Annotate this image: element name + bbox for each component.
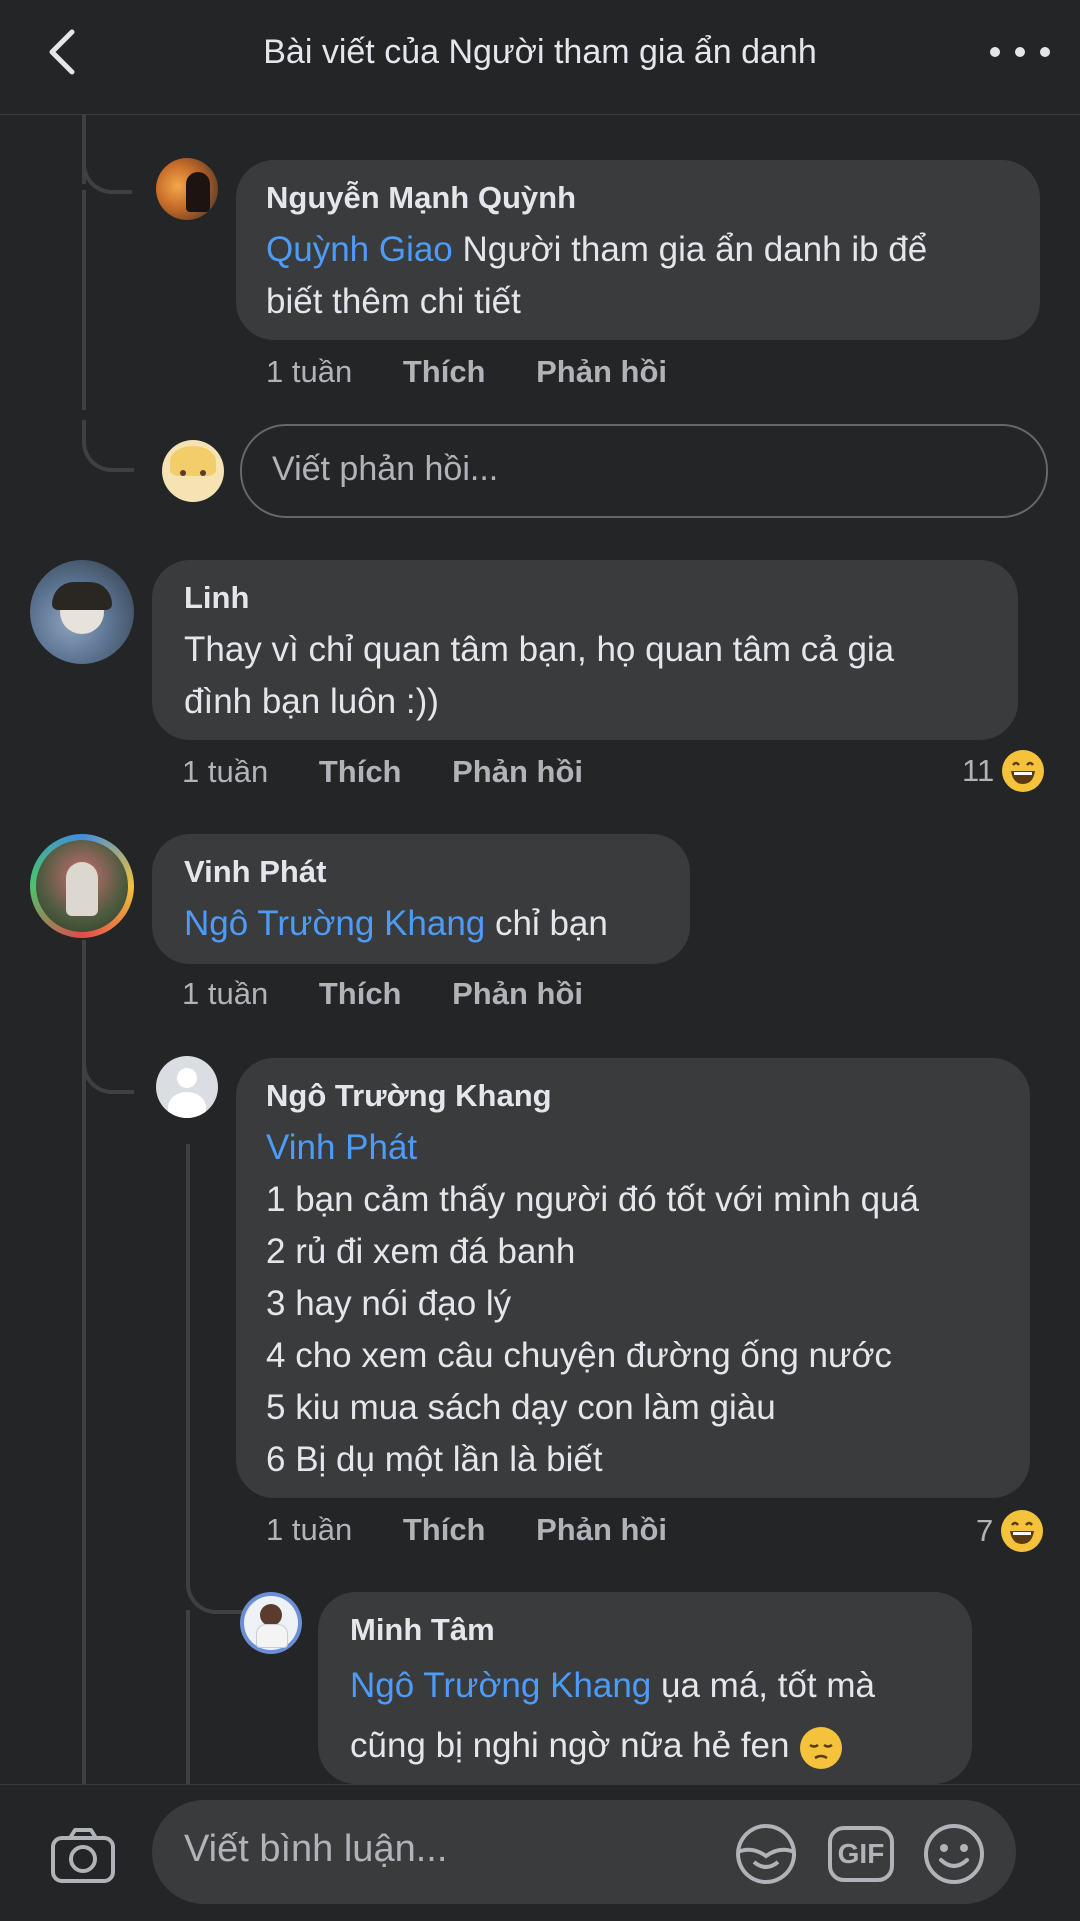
reply-input[interactable]: Viết phản hồi...	[240, 424, 1048, 518]
thread-line	[186, 1144, 190, 1564]
avatar[interactable]	[30, 560, 134, 664]
reaction-count: 7	[976, 1513, 994, 1548]
comment-text: Quỳnh Giao Người tham gia ẩn danh ib để …	[266, 224, 1026, 328]
comment-time: 1 tuần	[182, 754, 269, 789]
comment-time: 1 tuần	[182, 976, 269, 1011]
haha-reaction-icon	[1002, 750, 1045, 792]
reaction-summary[interactable]: 11	[962, 750, 1045, 792]
page-title: Bài viết của Người tham gia ẩn danh	[263, 33, 817, 71]
thread-connector	[82, 420, 134, 472]
avatar[interactable]	[240, 1592, 302, 1654]
reaction-count: 11	[962, 753, 995, 788]
emoji-icon[interactable]	[922, 1822, 986, 1886]
like-button[interactable]: Thích	[403, 1512, 486, 1547]
comment-line: 5 kiu mua sách dạy con làm giàu	[266, 1388, 776, 1427]
mention-link[interactable]: Vinh Phát	[266, 1128, 417, 1167]
comment-text: Thay vì chỉ quan tâm bạn, họ quan tâm cả…	[184, 624, 1004, 728]
comment-bubble: Nguyễn Mạnh Quỳnh Quỳnh Giao Người tham …	[236, 160, 1040, 340]
comment-line: 2 rủ đi xem đá banh	[266, 1232, 576, 1271]
reaction-summary[interactable]: 7	[976, 1510, 1044, 1552]
avatar[interactable]	[30, 834, 134, 938]
comment-text-part: chỉ bạn	[485, 904, 608, 943]
comment-time: 1 tuần	[266, 354, 353, 389]
comment-meta: 1 tuần Thích Phản hồi	[182, 976, 583, 1012]
comment-bubble: Vinh Phát Ngô Trường Khang chỉ bạn	[152, 834, 690, 964]
reply-button[interactable]: Phản hồi	[452, 976, 583, 1011]
comment-line: 1 bạn cảm thấy người đó tốt với mình quá	[266, 1180, 920, 1219]
comment-bubble: Minh Tâm Ngô Trường Khang ụa má, tốt mà …	[318, 1592, 972, 1784]
comment-meta: 1 tuần Thích Phản hồi	[266, 1512, 667, 1548]
comment-text-part: Thay vì chỉ quan tâm bạn, họ quan tâm cả…	[184, 630, 895, 669]
comment-text-part: cũng bị nghi ngờ nữa hẻ fen	[350, 1726, 790, 1765]
comment-time: 1 tuần	[266, 1512, 353, 1547]
mention-link[interactable]: Quỳnh Giao	[266, 230, 453, 269]
reply-button[interactable]: Phản hồi	[536, 1512, 667, 1547]
mention-link[interactable]: Ngô Trường Khang	[350, 1666, 651, 1705]
pensive-face-icon	[799, 1726, 843, 1770]
avatar[interactable]	[156, 158, 218, 220]
like-button[interactable]: Thích	[403, 354, 486, 389]
mention-link[interactable]: Ngô Trường Khang	[184, 904, 485, 943]
chevron-left-icon[interactable]	[42, 26, 82, 78]
comment-text-part: biết thêm chi tiết	[266, 282, 521, 321]
comment-text-part: đình bạn luôn :))	[184, 682, 439, 721]
thread-line	[186, 1610, 190, 1784]
thread-connector	[186, 1564, 242, 1614]
comment-text: Ngô Trường Khang chỉ bạn	[184, 898, 684, 950]
comment-text-part: Người tham gia ẩn danh ib để	[452, 230, 928, 269]
sticker-icon[interactable]	[734, 1822, 798, 1886]
comment-author[interactable]: Linh	[184, 580, 249, 616]
like-button[interactable]: Thích	[319, 976, 402, 1011]
comment-line: 6 Bị dụ một lần là biết	[266, 1440, 603, 1479]
reply-button[interactable]: Phản hồi	[536, 354, 667, 389]
comment-author[interactable]: Vinh Phát	[184, 854, 326, 890]
reply-button[interactable]: Phản hồi	[452, 754, 583, 789]
comment-input-placeholder: Viết bình luận...	[184, 1828, 448, 1870]
thread-connector	[82, 150, 132, 194]
more-horizontal-icon[interactable]	[990, 30, 1050, 74]
comment-text: Vinh Phát 1 bạn cảm thấy người đó tốt vớ…	[266, 1122, 1026, 1486]
reply-input-placeholder: Viết phản hồi...	[272, 450, 499, 488]
default-avatar-icon[interactable]	[156, 1056, 218, 1118]
comment-line: 4 cho xem câu chuyện đường ống nước	[266, 1336, 892, 1375]
comment-author[interactable]: Minh Tâm	[350, 1612, 495, 1648]
gif-button[interactable]: GIF	[828, 1826, 894, 1882]
comment-line: 3 hay nói đạo lý	[266, 1284, 512, 1323]
gif-label: GIF	[837, 1838, 885, 1869]
comment-author[interactable]: Ngô Trường Khang	[266, 1078, 552, 1114]
thread-connector	[82, 1044, 134, 1094]
comment-meta: 1 tuần Thích Phản hồi	[266, 354, 667, 390]
like-button[interactable]: Thích	[319, 754, 402, 789]
comment-text: Ngô Trường Khang ụa má, tốt mà cũng bị n…	[350, 1656, 970, 1776]
thread-line	[82, 190, 86, 410]
haha-reaction-icon	[1001, 1510, 1044, 1552]
camera-icon[interactable]	[50, 1826, 116, 1884]
comment-author[interactable]: Nguyễn Mạnh Quỳnh	[266, 180, 576, 216]
comment-meta: 1 tuần Thích Phản hồi	[182, 754, 583, 790]
comment-text-part: ụa má, tốt mà	[651, 1666, 875, 1705]
comment-bubble: Linh Thay vì chỉ quan tâm bạn, họ quan t…	[152, 560, 1018, 740]
current-user-avatar	[162, 440, 224, 502]
comment-bubble: Ngô Trường Khang Vinh Phát 1 bạn cảm thấ…	[236, 1058, 1030, 1498]
